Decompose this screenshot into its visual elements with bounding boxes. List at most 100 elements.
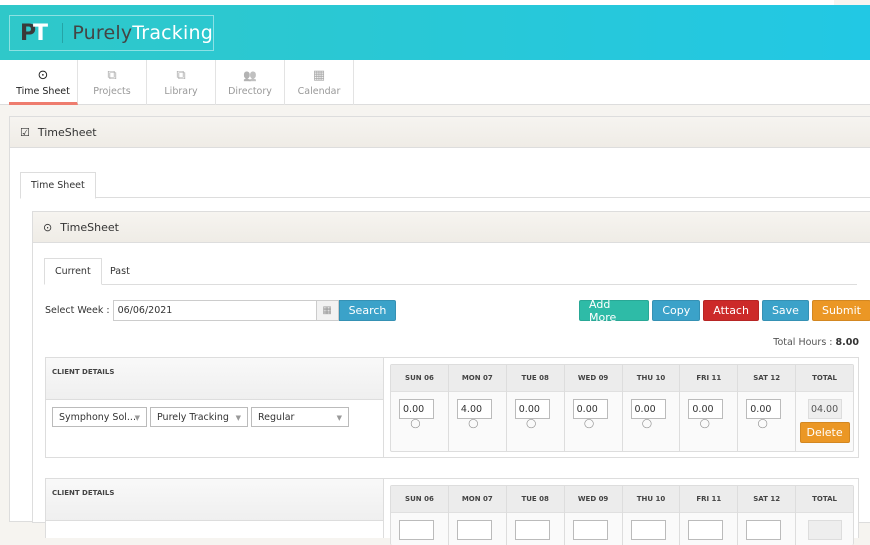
day-header: SAT 12 — [738, 365, 796, 392]
hours-input[interactable]: 4.00 — [456, 399, 492, 419]
logo-text-b: Tracking — [132, 22, 213, 44]
action-buttons: Add More Copy Attach Save Submit — [579, 298, 870, 324]
copy-button[interactable]: Copy — [652, 300, 701, 321]
timesheet-entry: CLIENT DETAILS Symphony Sol... ▼ Purely … — [45, 357, 859, 458]
total-hours: Total Hours : 8.00 — [773, 337, 859, 348]
day-header: TUE 08 — [506, 486, 564, 513]
nav-label: Directory — [228, 85, 272, 97]
total-header: TOTAL — [796, 365, 853, 392]
panel-header: ☑ TimeSheet — [10, 117, 870, 148]
day-column: SAT 12 0.00 ◯ — [738, 365, 797, 451]
day-column: THU 10 — [622, 486, 681, 545]
client-details: CLIENT DETAILS — [46, 479, 384, 538]
tab-time-sheet[interactable]: Time Sheet — [20, 172, 96, 199]
day-column: SUN 06 0.00 ◯ — [391, 365, 449, 451]
period-tabs: Current Past — [44, 258, 857, 285]
timesheet-entry: CLIENT DETAILS SUN 06 MON 07 TUE 08 WED … — [45, 478, 859, 545]
logo-mark-icon: P T — [20, 21, 49, 46]
day-header: TUE 08 — [506, 365, 564, 392]
nav-directory[interactable]: 👥 Directory — [216, 60, 285, 105]
client-select-value: Symphony Sol... — [59, 411, 136, 423]
client-select[interactable]: Symphony Sol... ▼ — [52, 407, 147, 427]
hours-input[interactable]: 0.00 — [572, 399, 608, 419]
comment-icon[interactable]: ◯ — [672, 420, 737, 429]
hours-input[interactable]: 0.00 — [746, 399, 782, 419]
inner-timesheet-panel: ⊙ TimeSheet Current Past Select Week : 0… — [32, 211, 870, 545]
comment-icon[interactable]: ◯ — [557, 420, 622, 429]
calendar-icon[interactable]: ▦ — [316, 300, 339, 321]
project-select[interactable]: Purely Tracking ▼ — [150, 407, 248, 427]
hours-input[interactable] — [572, 520, 608, 540]
tab-current[interactable]: Current — [44, 258, 102, 285]
day-column: TUE 08 0.00 ◯ — [506, 365, 565, 451]
nav-label: Calendar — [297, 85, 341, 97]
nav-label: Projects — [93, 85, 131, 97]
logo[interactable]: P T PurelyTracking — [9, 15, 214, 51]
total-column: TOTAL — [796, 486, 853, 545]
hours-input[interactable] — [688, 520, 724, 540]
day-header: SAT 12 — [738, 486, 796, 513]
day-column: MON 07 4.00 ◯ — [448, 365, 507, 451]
hours-input[interactable] — [630, 520, 666, 540]
client-details-header: CLIENT DETAILS — [46, 358, 383, 400]
tab-past[interactable]: Past — [100, 258, 140, 285]
submit-button[interactable]: Submit — [811, 300, 870, 321]
outer-tabs: Time Sheet — [20, 172, 870, 199]
add-more-button[interactable]: Add More — [579, 298, 650, 324]
day-column: SUN 06 — [391, 486, 449, 545]
delete-button[interactable]: Delete — [799, 422, 850, 443]
header-bar: P T PurelyTracking — [0, 5, 870, 60]
hours-input[interactable]: 0.00 — [399, 399, 434, 419]
week-selector: Select Week : 06/06/2021 ▦ Search — [45, 300, 397, 321]
hours-input[interactable] — [746, 520, 782, 540]
search-button[interactable]: Search — [338, 300, 397, 321]
project-select-value: Purely Tracking — [157, 411, 229, 423]
logo-divider — [61, 23, 63, 43]
caret-down-icon: ▼ — [134, 414, 140, 422]
logo-text-a: Purely — [72, 22, 133, 44]
comment-icon[interactable]: ◯ — [383, 420, 448, 429]
type-select[interactable]: Regular ▼ — [251, 407, 349, 427]
nav-calendar[interactable]: ▦ Calendar — [285, 60, 354, 105]
logo-text: PurelyTracking — [72, 22, 213, 44]
clock-icon: ⊙ — [37, 67, 49, 83]
hours-input[interactable]: 0.00 — [688, 399, 724, 419]
day-column: FRI 11 0.00 ◯ — [680, 365, 739, 451]
day-header: WED 09 — [564, 486, 622, 513]
hours-input[interactable]: 0.00 — [630, 399, 666, 419]
client-details: CLIENT DETAILS Symphony Sol... ▼ Purely … — [46, 358, 384, 457]
comment-icon[interactable]: ◯ — [499, 420, 564, 429]
logo-mark-t: T — [33, 21, 49, 46]
week-date-input[interactable]: 06/06/2021 — [112, 300, 317, 321]
day-grid: SUN 06 0.00 ◯ MON 07 4.00 ◯ TUE 08 0.00 ◯ WED … — [390, 364, 854, 452]
comment-icon[interactable]: ◯ — [441, 420, 506, 429]
nav-library[interactable]: ⧉ Library — [147, 60, 216, 105]
day-header: FRI 11 — [680, 486, 738, 513]
hours-input[interactable] — [399, 520, 434, 540]
clock-icon: ⊙ — [43, 220, 53, 234]
select-week-label: Select Week : — [45, 305, 110, 316]
day-grid: SUN 06 MON 07 TUE 08 WED 09 THU 10 FRI 1… — [390, 485, 854, 545]
comment-icon[interactable]: ◯ — [615, 420, 680, 429]
day-column: MON 07 — [448, 486, 507, 545]
day-header: MON 07 — [448, 365, 506, 392]
nav-projects[interactable]: ⧉ Projects — [78, 60, 147, 105]
main-nav: ⊙ Time Sheet ⧉ Projects ⧉ Library 👥 Dire… — [0, 60, 870, 105]
hours-input[interactable] — [514, 520, 550, 540]
comment-icon[interactable]: ◯ — [730, 420, 795, 429]
client-selects: Symphony Sol... ▼ Purely Tracking ▼ Regu… — [46, 400, 383, 427]
hours-input[interactable] — [456, 520, 492, 540]
users-icon: 👥 — [243, 68, 257, 82]
nav-time-sheet[interactable]: ⊙ Time Sheet — [9, 60, 78, 105]
type-select-value: Regular — [258, 411, 295, 423]
hours-input[interactable]: 0.00 — [514, 399, 550, 419]
attach-button[interactable]: Attach — [703, 300, 759, 321]
day-header: THU 10 — [622, 365, 680, 392]
day-header: MON 07 — [448, 486, 506, 513]
day-header: SUN 06 — [391, 365, 448, 392]
save-button[interactable]: Save — [761, 300, 809, 321]
day-header: SUN 06 — [391, 486, 448, 513]
day-header: FRI 11 — [680, 365, 738, 392]
nav-label: Time Sheet — [16, 85, 70, 97]
row-total: 04.00 — [807, 399, 842, 419]
